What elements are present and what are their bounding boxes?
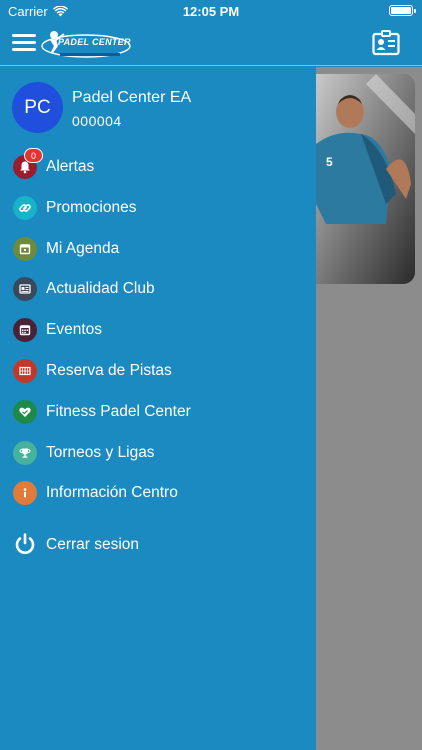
app-logo: PADEL CENTER [40, 26, 132, 62]
clock: 12:05 PM [182, 4, 240, 19]
hero-image: 5 [316, 74, 415, 284]
hamburger-line [12, 48, 36, 51]
hamburger-line [12, 41, 36, 44]
notification-badge: 0 [24, 148, 43, 163]
battery-level [391, 7, 411, 14]
profile-name: Padel Center EA [72, 89, 192, 106]
battery-icon [389, 5, 416, 16]
menu-item-label: Promociones [46, 198, 137, 216]
menu-item-informacion-centro[interactable]: Información Centro [0, 473, 316, 514]
menu-item-fitness-padel-center[interactable]: Fitness Padel Center [0, 392, 316, 433]
side-drawer: PC Padel Center EA 000004 0 Alertas Prom… [0, 67, 316, 750]
menu-item-mi-agenda[interactable]: Mi Agenda [0, 229, 316, 270]
menu-item-label: Información Centro [46, 484, 178, 502]
event-icon [13, 318, 37, 343]
menu-item-label: Fitness Padel Center [46, 402, 191, 420]
contact-card-icon [372, 30, 400, 56]
menu-item-alertas[interactable]: 0 Alertas [0, 147, 316, 188]
svg-text:5: 5 [326, 155, 333, 169]
logo-text: PADEL CENTER [58, 37, 131, 47]
heart-icon [13, 399, 37, 424]
trophy-icon [13, 440, 37, 465]
padel-player-image: 5 [316, 74, 415, 284]
menu-item-reserva-de-pistas[interactable]: Reserva de Pistas [0, 351, 316, 392]
logout-button[interactable]: Cerrar sesion [0, 524, 316, 564]
power-icon [13, 532, 37, 556]
nav-bar: PADEL CENTER [0, 22, 422, 66]
menu-item-eventos[interactable]: Eventos [0, 310, 316, 351]
contact-card-button[interactable] [372, 30, 400, 56]
menu-item-promociones[interactable]: Promociones [0, 188, 316, 229]
status-bar: Carrier 12:05 PM [0, 0, 422, 22]
calendar-icon [13, 236, 37, 261]
info-icon [13, 481, 37, 506]
menu-item-label: Actualidad Club [46, 280, 155, 298]
hamburger-menu-button[interactable] [12, 33, 36, 53]
menu-item-label: Mi Agenda [46, 239, 120, 257]
user-profile[interactable]: PC Padel Center EA 000004 [12, 82, 312, 134]
profile-id: 000004 [72, 113, 122, 129]
drawer-menu: 0 Alertas Promociones Mi Agenda Actualid… [0, 147, 316, 514]
hamburger-line [12, 34, 36, 37]
news-icon [13, 277, 37, 302]
link-icon [13, 195, 37, 220]
court-icon [13, 358, 37, 383]
menu-item-label: Reserva de Pistas [46, 361, 172, 379]
menu-item-label: Alertas [46, 158, 95, 175]
avatar: PC [12, 82, 63, 133]
logout-label: Cerrar sesion [46, 536, 140, 553]
menu-item-actualidad-club[interactable]: Actualidad Club [0, 269, 316, 310]
menu-item-label: Eventos [46, 321, 103, 339]
menu-item-torneos-y-ligas[interactable]: Torneos y Ligas [0, 433, 316, 474]
menu-item-label: Torneos y Ligas [46, 443, 155, 461]
